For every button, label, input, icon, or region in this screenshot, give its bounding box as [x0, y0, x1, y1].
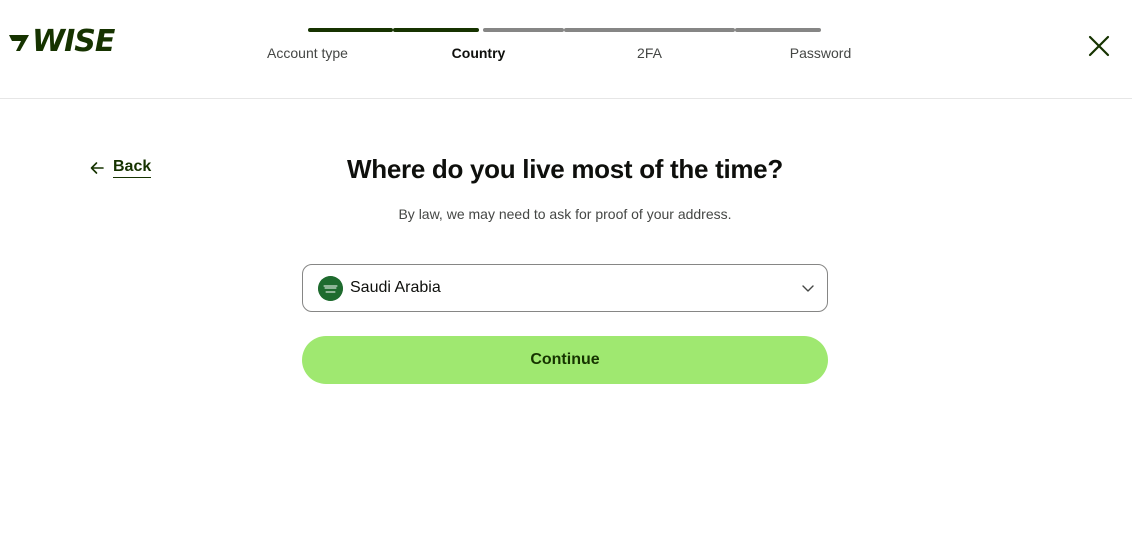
step-2fa: 2FA	[564, 28, 735, 68]
page-subtitle: By law, we may need to ask for proof of …	[398, 206, 732, 222]
logo-text: WISE	[32, 24, 115, 59]
header: WISE Account type Country 2FA Password	[0, 0, 1132, 99]
saudi-arabia-flag-icon	[318, 275, 343, 301]
country-select-value: Saudi Arabia	[350, 279, 441, 296]
step-label-2fa: 2FA	[637, 45, 662, 61]
chevron-down-icon	[802, 285, 814, 292]
step-bar-account-type	[308, 28, 393, 32]
step-bar-password	[735, 28, 821, 32]
close-button[interactable]	[1086, 33, 1112, 59]
back-link[interactable]: Back	[89, 158, 152, 178]
continue-button[interactable]: Continue	[302, 336, 828, 384]
progress-stepper: Account type Country 2FA Password	[222, 28, 908, 68]
step-account-type: Account type	[222, 28, 393, 68]
step-label-password: Password	[789, 45, 852, 61]
wise-flag-icon	[9, 35, 29, 51]
back-label: Back	[113, 158, 152, 178]
arrow-left-icon	[90, 162, 104, 174]
step-country: Country	[393, 28, 564, 68]
close-icon	[1088, 35, 1110, 57]
country-select[interactable]: Saudi Arabia	[302, 264, 828, 312]
step-bar-country	[393, 28, 479, 32]
step-password: Password	[735, 28, 906, 68]
step-bar-2fa	[564, 28, 735, 32]
wise-logo[interactable]: WISE	[8, 24, 115, 59]
page-title: Where do you live most of the time?	[347, 154, 783, 184]
step-bar-country-remaining	[483, 28, 564, 32]
step-label-account-type: Account type	[267, 45, 348, 61]
step-label-country: Country	[451, 45, 506, 61]
